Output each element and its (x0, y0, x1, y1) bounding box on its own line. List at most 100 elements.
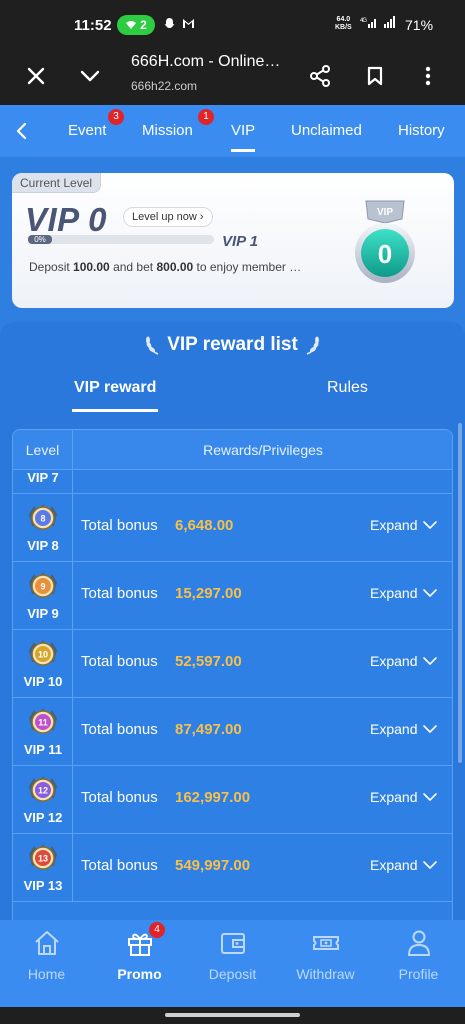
chevron-down-icon (423, 793, 438, 801)
row-level-label: VIP 10 (23, 674, 63, 689)
tab-unclaimed[interactable]: Unclaimed (291, 122, 362, 139)
medal-number: 0 (378, 239, 392, 269)
subtab-rules[interactable]: Rules (327, 379, 368, 397)
close-icon[interactable] (18, 58, 54, 94)
current-level-tag: Current Level (12, 173, 102, 193)
tab-vip[interactable]: VIP (231, 122, 256, 152)
vip-level-badge-icon: 9 (29, 572, 57, 598)
battery-level: 71% (405, 17, 434, 33)
laurel-right-icon (306, 336, 320, 355)
bottom-nav: Home 4 Promo Deposit Withdraw Profile (0, 920, 465, 1007)
network-speed: 64.0 KB/S (335, 16, 352, 31)
nav-home-label: Home (27, 966, 66, 982)
cash-icon (312, 936, 339, 950)
expand-button[interactable]: Expand (370, 789, 438, 805)
expand-button[interactable]: Expand (370, 857, 438, 873)
expand-button[interactable]: Expand (370, 517, 438, 533)
status-bar: 11:52 2 64.0 KB/S 4G 71% (0, 0, 465, 50)
next-vip-level: VIP 1 (222, 233, 259, 250)
bookmark-icon[interactable] (357, 58, 393, 94)
chevron-down-icon (423, 725, 438, 733)
expand-button[interactable]: Expand (370, 653, 438, 669)
nav-withdraw[interactable]: Withdraw (279, 920, 372, 1007)
current-vip-level: VIP 0 (25, 201, 107, 238)
wifi-icon (126, 21, 137, 29)
level-progress-bar (28, 235, 214, 244)
table-row[interactable]: 10 VIP 10 Total bonus 52,597.00 Expand (13, 630, 452, 698)
vip-medal-icon: VIP 0 (355, 200, 415, 283)
chevron-down-icon[interactable] (72, 58, 108, 94)
table-row[interactable]: 13 VIP 13 Total bonus 549,997.00 Expand (13, 834, 452, 902)
nav-home[interactable]: Home (0, 920, 93, 1007)
svg-text:10: 10 (38, 650, 48, 660)
total-bonus-label: Total bonus (81, 857, 158, 874)
top-tabs: Event 3 Mission 1 VIP Unclaimed History (0, 105, 465, 157)
total-bonus-value: 87,497.00 (175, 721, 242, 738)
total-bonus-value: 162,997.00 (175, 789, 251, 806)
nav-withdraw-label: Withdraw (296, 966, 355, 982)
row-level-cell: 11 VIP 11 (13, 698, 73, 766)
expand-button[interactable]: Expand (370, 585, 438, 601)
svg-text:VIP: VIP (377, 207, 393, 218)
mission-badge: 1 (198, 109, 214, 125)
table-row[interactable]: 12 VIP 12 Total bonus 162,997.00 Expand (13, 766, 452, 834)
current-level-card: Current Level VIP 0 Level up now › 0% VI… (12, 173, 454, 308)
nav-promo[interactable]: 4 Promo (93, 920, 186, 1007)
gmail-icon (182, 17, 195, 32)
vip-level-badge-icon: 10 (29, 640, 57, 666)
home-icon (34, 931, 59, 955)
total-bonus-label: Total bonus (81, 585, 158, 602)
vip-level-badge-icon: 11 (29, 708, 57, 734)
snapchat-icon (163, 17, 176, 33)
more-options-icon[interactable] (410, 58, 446, 94)
expand-button[interactable]: Expand (370, 721, 438, 737)
chevron-down-icon (423, 521, 438, 529)
nav-profile[interactable]: Profile (372, 920, 465, 1007)
chevron-down-icon (423, 657, 438, 665)
row-level-cell: 13 VIP 13 (13, 834, 73, 902)
vip-level-badge-icon: 12 (29, 776, 57, 802)
total-bonus-label: Total bonus (81, 517, 158, 534)
table-row[interactable]: 8 VIP 8 Total bonus 6,648.00 Expand (13, 494, 452, 562)
table-header: Level Rewards/Privileges (13, 430, 452, 470)
tab-event[interactable]: Event (68, 122, 106, 139)
scrollbar[interactable] (458, 423, 462, 763)
signal-icon: 4G (360, 16, 400, 31)
row-level-cell: 8 VIP 8 (13, 494, 73, 562)
gesture-bar (0, 1007, 465, 1024)
column-rewards: Rewards/Privileges (203, 442, 323, 458)
subtab-active-indicator (72, 409, 158, 412)
app-content: Event 3 Mission 1 VIP Unclaimed History … (0, 105, 465, 1007)
row-level-label: VIP 8 (27, 538, 59, 553)
browser-toolbar: 666H.com - Online… 666h22.com (0, 50, 465, 105)
total-bonus-value: 52,597.00 (175, 653, 242, 670)
level-up-button[interactable]: Level up now › (123, 207, 213, 227)
svg-text:12: 12 (38, 786, 48, 796)
home-indicator[interactable] (165, 1013, 300, 1017)
subtab-vip-reward[interactable]: VIP reward (74, 379, 156, 397)
total-bonus-label: Total bonus (81, 653, 158, 670)
reward-list-title: VIP reward list (0, 334, 465, 356)
person-icon (407, 930, 430, 956)
nav-promo-label: Promo (117, 966, 162, 982)
promo-badge: 4 (149, 922, 165, 938)
svg-text:8: 8 (40, 514, 45, 524)
total-bonus-label: Total bonus (81, 789, 158, 806)
tab-history[interactable]: History (398, 122, 445, 139)
tab-mission[interactable]: Mission (142, 122, 193, 139)
row-level-cell: 12 VIP 12 (13, 766, 73, 834)
nav-deposit-label: Deposit (208, 966, 257, 982)
back-icon[interactable] (12, 121, 32, 141)
nav-deposit[interactable]: Deposit (186, 920, 279, 1007)
svg-text:9: 9 (40, 582, 45, 592)
wifi-hotspot-indicator: 2 (117, 15, 155, 35)
vip-level-badge-icon: 8 (29, 504, 57, 530)
share-icon[interactable] (302, 58, 338, 94)
row-level-cell: 7VIP 7 (13, 470, 73, 494)
table-row[interactable]: 7VIP 7Total bonus3,358.00Expand (13, 470, 452, 494)
total-bonus-value: 549,997.00 (175, 857, 251, 874)
table-row[interactable]: 11 VIP 11 Total bonus 87,497.00 Expand (13, 698, 452, 766)
reward-subtabs: VIP reward Rules (0, 379, 465, 415)
row-level-cell: 10 VIP 10 (13, 630, 73, 698)
table-row[interactable]: 9 VIP 9 Total bonus 15,297.00 Expand (13, 562, 452, 630)
